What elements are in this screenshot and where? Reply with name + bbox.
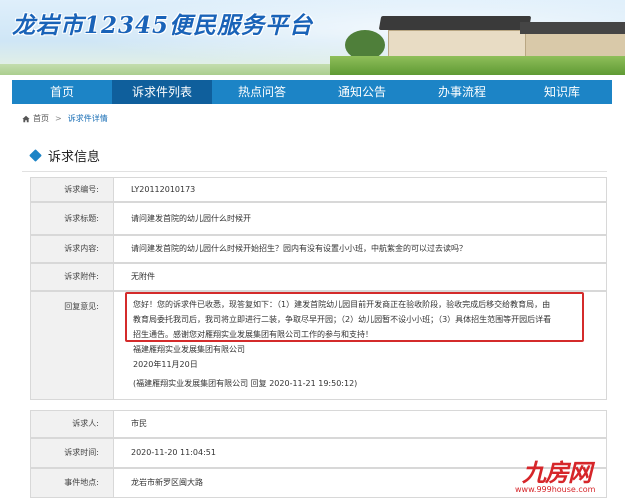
field-label-title: 诉求标题: [31,203,114,234]
field-row-content: 诉求内容: 请问建发首院的幼儿园什么时候开始招生？园内有没有设置小小班，中航紫金… [30,235,607,263]
field-label-person: 诉求人: [31,411,114,437]
banner-house-wall [388,30,526,58]
section-title: 诉求信息 [48,150,101,165]
field-row-title: 诉求标题: 请问建发首院的幼儿园什么时候开 [30,202,607,235]
home-icon [22,115,30,122]
reply-org: 福建雁翔实业发展集团有限公司 [133,345,245,354]
reply-line-1: 您好！您的诉求件已收悉，现答复如下：（1）建发首院幼儿园目前开发商正在验收阶段，… [133,300,551,309]
field-value-title: 请问建发首院的幼儿园什么时候开 [131,214,251,223]
field-row-person: 诉求人: 市民 [30,410,607,438]
site-title[interactable]: 龙岩市12345便民服务平台 [12,6,313,40]
field-label-reply: 回复意见: [31,292,114,399]
section-header: 诉求信息 [29,146,101,165]
nav-process[interactable]: 办事流程 [412,80,512,104]
breadcrumb-home[interactable]: 首页 [33,113,49,124]
banner-field-left [0,64,330,75]
diamond-icon [29,149,42,162]
section-divider [22,171,607,172]
field-label-time: 诉求时间: [31,439,114,467]
field-label-attachment: 诉求附件: [31,264,114,290]
nav-hot-qa[interactable]: 热点问答 [212,80,312,104]
nav-notices[interactable]: 通知公告 [312,80,412,104]
field-row-id: 诉求编号: LY20112010173 [30,177,607,202]
banner-house-roof [378,16,532,30]
field-value-person: 市民 [131,419,147,428]
header-banner: 龙岩市12345便民服务平台 [0,0,625,75]
main-nav: 首页 诉求件列表 热点问答 通知公告 办事流程 知识库 [12,80,612,104]
banner-house-roof-right [520,22,625,34]
reply-line-2: 教育局委托我司后，我司将立即进行二装，争取尽早开园；（2）幼儿园暂不设小小班；（… [133,315,552,324]
banner-field [330,56,625,75]
banner-house-wall-right [526,34,625,58]
field-value-id: LY20112010173 [131,185,196,194]
watermark-logo: 九房网 [522,458,592,487]
breadcrumb: 首页 > 诉求件详情 [22,113,108,124]
reply-date: 2020年11月20日 [133,360,198,369]
field-value-content: 请问建发首院的幼儿园什么时候开始招生？园内有没有设置小小班，中航紫金的可以过去读… [131,244,467,253]
field-value-attachment: 无附件 [131,272,155,281]
field-label-location: 事件地点: [31,469,114,497]
reply-footer: (福建雁翔实业发展集团有限公司 回复 2020-11-21 19:50:12) [133,379,358,388]
field-label-id: 诉求编号: [31,178,114,201]
reply-line-3: 招生通告。感谢您对雁翔实业发展集团有限公司工作的参与和支持！ [133,330,373,339]
breadcrumb-separator: > [55,114,62,123]
nav-knowledge-base[interactable]: 知识库 [512,80,612,104]
field-row-attachment: 诉求附件: 无附件 [30,263,607,291]
field-label-content: 诉求内容: [31,236,114,262]
watermark-url: www.999house.com [515,485,596,494]
field-row-time: 诉求时间: 2020-11-20 11:04:51 [30,438,607,468]
nav-complaint-list[interactable]: 诉求件列表 [112,80,212,104]
nav-home[interactable]: 首页 [12,80,112,104]
breadcrumb-current[interactable]: 诉求件详情 [68,113,108,124]
